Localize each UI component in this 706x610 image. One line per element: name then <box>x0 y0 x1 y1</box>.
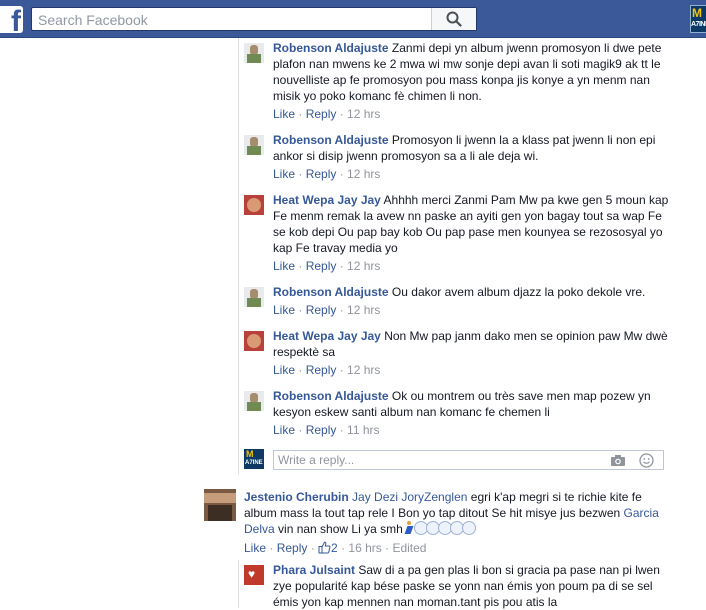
timestamp[interactable]: 16 hrs <box>348 541 381 555</box>
emoji-icon[interactable] <box>639 453 654 468</box>
reply-link[interactable]: Reply <box>306 363 337 377</box>
reply-link[interactable]: Reply <box>306 167 337 181</box>
like-link[interactable]: Like <box>273 167 295 181</box>
author-name[interactable]: Robenson Aldajuste <box>273 285 389 299</box>
author-name[interactable]: Jestenio Cherubin <box>244 490 349 504</box>
comment-meta: Like · Reply · 2 · 16 hrs · Edited <box>244 541 427 555</box>
timestamp[interactable]: 12 hrs <box>347 167 380 181</box>
timestamp[interactable]: 12 hrs <box>347 259 380 273</box>
avatar[interactable] <box>244 391 264 411</box>
reply-body: Heat Wepa Jay Jay Non Mw pap janm dako m… <box>273 328 673 360</box>
like-link[interactable]: Like <box>273 303 295 317</box>
reply-link[interactable]: Reply <box>306 259 337 273</box>
bubble-emoji-icon <box>461 521 476 535</box>
avatar[interactable] <box>244 135 264 155</box>
reply-body: Heat Wepa Jay Jay Ahhhh merci Zanmi Pam … <box>273 192 673 256</box>
like-link[interactable]: Like <box>273 107 295 121</box>
app-icon-label: A7INE <box>691 21 706 28</box>
search-button[interactable] <box>431 8 476 30</box>
like-link[interactable]: Like <box>273 363 295 377</box>
timestamp[interactable]: 12 hrs <box>347 303 380 317</box>
reply-link[interactable]: Reply <box>306 107 337 121</box>
timestamp[interactable]: 12 hrs <box>347 107 380 121</box>
composer-avatar: M A7INE <box>244 449 264 469</box>
author-name[interactable]: Robenson Aldajuste <box>273 133 389 147</box>
author-name[interactable]: Heat Wepa Jay Jay <box>273 329 381 343</box>
camera-icon[interactable] <box>610 454 626 467</box>
timestamp[interactable]: 12 hrs <box>347 363 380 377</box>
avatar[interactable] <box>204 489 236 521</box>
reply-meta: Like · Reply · 12 hrs <box>273 167 381 181</box>
reply-text: Ou dakor avem album djazz la poko dekole… <box>391 285 646 299</box>
facebook-logo-icon[interactable]: f <box>0 6 23 33</box>
app-icon-letter: M <box>692 6 702 20</box>
composer-avatar-label: A7INE <box>245 460 263 466</box>
edited-label[interactable]: Edited <box>392 541 426 555</box>
page-profile-icon[interactable]: M A7INE <box>690 5 706 33</box>
reply-meta: Like · Reply · 11 hrs <box>273 423 380 437</box>
like-link[interactable]: Like <box>273 423 295 437</box>
tagged-people[interactable]: Jay Dezi JoryZenglen <box>352 490 467 504</box>
composer-avatar-letter: M <box>246 449 254 459</box>
author-name[interactable]: Heat Wepa Jay Jay <box>273 193 381 207</box>
like-count[interactable]: 2 <box>318 541 341 555</box>
reply-body: Robenson Aldajuste Ou dakor avem album d… <box>273 284 673 300</box>
author-name[interactable]: Robenson Aldajuste <box>273 41 389 55</box>
author-name[interactable]: Robenson Aldajuste <box>273 389 389 403</box>
timestamp[interactable]: 11 hrs <box>347 423 379 437</box>
avatar[interactable] <box>244 565 264 585</box>
reply-body: Robenson Aldajuste Promosyon li jwenn la… <box>273 132 673 164</box>
emoji-bubbles <box>413 521 476 539</box>
reply-body: Phara Julsaint Saw di a pa gen plas li b… <box>273 562 673 610</box>
reply-link[interactable]: Reply <box>306 303 337 317</box>
reply-meta: Like · Reply · 12 hrs <box>273 303 381 317</box>
search-input[interactable] <box>38 11 418 28</box>
like-link[interactable]: Like <box>273 259 295 273</box>
thread-divider <box>238 38 239 474</box>
avatar[interactable] <box>244 287 264 307</box>
runner-emoji-icon <box>403 521 415 535</box>
reply-meta: Like · Reply · 12 hrs <box>273 363 381 377</box>
reply-meta: Like · Reply · 12 hrs <box>273 107 381 121</box>
top-bar: f M A7INE <box>0 0 706 38</box>
reply-composer <box>273 450 664 470</box>
thread-divider <box>238 560 239 608</box>
reply-input[interactable] <box>278 453 598 467</box>
comment-body: Jestenio Cherubin Jay Dezi JoryZenglen e… <box>244 489 664 539</box>
comment-text-2: vin nan show Li ya smh <box>278 522 403 536</box>
search-icon <box>446 11 462 27</box>
reply-link[interactable]: Reply <box>306 423 337 437</box>
reply-body: Robenson Aldajuste Zanmi depi yn album j… <box>273 40 673 104</box>
avatar[interactable] <box>244 43 264 63</box>
like-link[interactable]: Like <box>244 541 266 555</box>
avatar[interactable] <box>244 331 264 351</box>
reply-link[interactable]: Reply <box>277 541 308 555</box>
avatar[interactable] <box>244 195 264 215</box>
reply-body: Robenson Aldajuste Ok ou montrem ou très… <box>273 388 673 420</box>
reply-meta: Like · Reply · 12 hrs <box>273 259 381 273</box>
search-box <box>31 7 477 31</box>
thumbs-up-icon <box>318 541 331 554</box>
author-name[interactable]: Phara Julsaint <box>273 563 355 577</box>
like-count-value: 2 <box>331 541 338 555</box>
